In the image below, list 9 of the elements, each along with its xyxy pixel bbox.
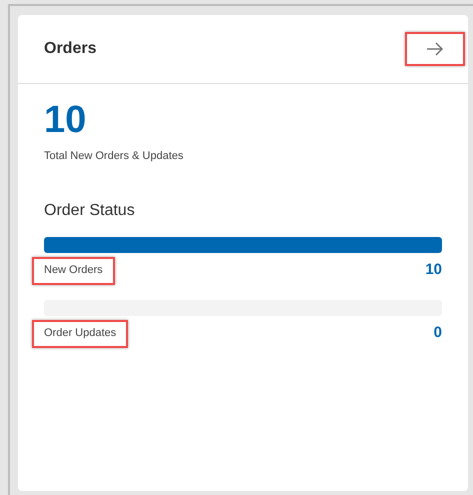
status-label: New Orders bbox=[44, 264, 103, 277]
arrow-right-icon[interactable] bbox=[426, 41, 444, 57]
status-label: Order Updates bbox=[44, 327, 116, 340]
section-heading: Order Status bbox=[44, 200, 136, 220]
status-count: 0 bbox=[434, 323, 442, 344]
card-title: Orders bbox=[44, 39, 96, 59]
total-caption: Total New Orders & Updates bbox=[44, 149, 184, 164]
status-count: 10 bbox=[425, 260, 442, 280]
total-count: 10 bbox=[44, 98, 88, 142]
